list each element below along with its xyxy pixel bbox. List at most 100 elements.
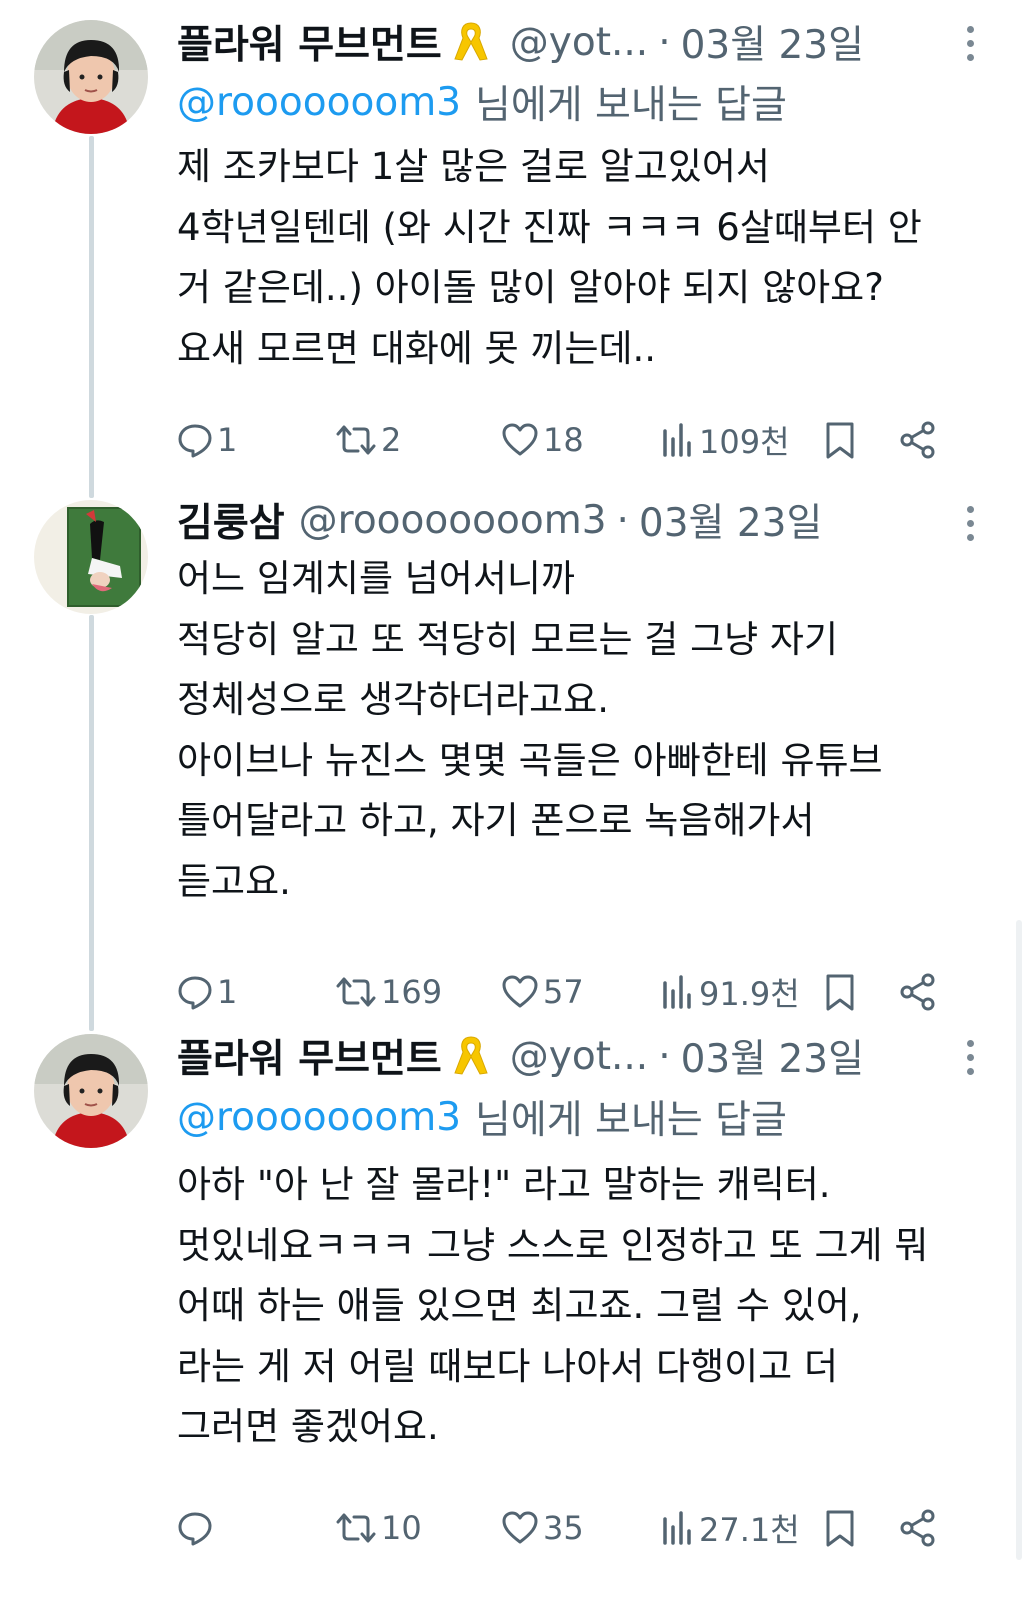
tweet-text-line: 4학년일텐데 (와 시간 진짜 ㅋㅋㅋ 6살때부터 안 <box>177 205 922 249</box>
scrollbar[interactable] <box>1016 920 1022 1560</box>
share-button[interactable] <box>898 410 938 470</box>
share-icon <box>898 1508 938 1548</box>
views-button[interactable]: 27.1천 <box>660 1498 800 1558</box>
view-count: 27.1천 <box>699 1511 800 1549</box>
tweet-text-line: 어때 하는 애들 있으면 최고죠. 그럴 수 있어, <box>177 1284 862 1327</box>
yellow-ribbon-icon <box>448 19 494 65</box>
view-count: 91.9천 <box>699 975 800 1013</box>
share-button[interactable] <box>898 1498 938 1558</box>
like-count: 57 <box>543 973 584 1011</box>
share-button[interactable] <box>898 962 938 1022</box>
share-icon <box>898 972 938 1012</box>
bookmark-icon <box>822 1508 858 1548</box>
retweet-count: 2 <box>381 421 402 459</box>
bar-chart-icon <box>660 1509 696 1547</box>
retweet-count: 169 <box>381 973 443 1011</box>
views-button[interactable]: 91.9천 <box>660 962 800 1022</box>
separator-dot: · <box>616 497 629 543</box>
tweet-date[interactable]: 03월 23일 <box>681 14 864 70</box>
reply-count: 1 <box>217 973 238 1011</box>
separator-dot: · <box>658 19 671 65</box>
vertical-ellipsis-icon[interactable] <box>962 506 978 541</box>
reply-button[interactable]: 1 <box>176 410 237 470</box>
author-name[interactable]: 플라워 무브먼트 <box>177 14 442 70</box>
bookmark-button[interactable] <box>822 1498 858 1558</box>
author-handle[interactable]: @roooooooom3 <box>299 498 607 543</box>
tweet-text-line: 그러면 좋겠어요. <box>177 1405 439 1448</box>
retweet-arrows-icon <box>334 421 378 459</box>
tweet-text-line: 틀어달라고 하고, 자기 폰으로 녹음해가서 <box>177 799 815 842</box>
tweet-header: 플라워 무브먼트 @yot... · 03월 23일 <box>177 1026 1024 1086</box>
tweet-date[interactable]: 03월 23일 <box>681 1028 864 1084</box>
tweet-text-line: 요새 모르면 대화에 못 끼는데.. <box>177 326 657 370</box>
retweet-count: 10 <box>381 1509 422 1547</box>
author-name[interactable]: 플라워 무브먼트 <box>177 1028 442 1084</box>
avatar[interactable] <box>34 500 148 614</box>
avatar[interactable] <box>34 1034 148 1148</box>
tweet-text: 어느 임계치를 넘어서니까 적당히 알고 또 적당히 모르는 걸 그냥 자기 정… <box>177 549 997 912</box>
yellow-ribbon-icon <box>448 1033 494 1079</box>
tweet-text-line: 아하 "아 난 잘 몰라!" 라고 말하는 캐릭터. <box>177 1163 831 1206</box>
like-button[interactable]: 18 <box>500 410 584 470</box>
author-handle[interactable]: @yot... <box>510 1034 648 1079</box>
views-button[interactable]: 109천 <box>660 410 790 470</box>
tweet-text-line: 정체성으로 생각하더라고요. <box>177 678 610 721</box>
bookmark-icon <box>822 420 858 460</box>
avatar[interactable] <box>34 20 148 134</box>
heart-icon <box>500 1509 540 1547</box>
tweet-header: 김룽삼 @roooooooom3 · 03월 23일 <box>177 490 1024 550</box>
author-handle[interactable]: @yot... <box>510 20 648 65</box>
like-count: 18 <box>543 421 584 459</box>
like-button[interactable]: 35 <box>500 1498 584 1558</box>
reply-button[interactable]: 1 <box>176 962 237 1022</box>
tweet-date[interactable]: 03월 23일 <box>639 492 822 548</box>
retweet-button[interactable]: 169 <box>334 962 442 1022</box>
bookmark-button[interactable] <box>822 410 858 470</box>
tweet-text-line: 적당히 알고 또 적당히 모르는 걸 그냥 자기 <box>177 617 839 661</box>
vertical-ellipsis-icon[interactable] <box>962 26 978 61</box>
tweet-text: 제 조카보다 1살 많은 걸로 알고있어서 4학년일텐데 (와 시간 진짜 ㅋㅋ… <box>177 137 997 379</box>
tweet-text-line: 라는 게 저 어릴 때보다 나아서 다행이고 더 <box>177 1344 839 1388</box>
thread-connector-line <box>89 615 94 1031</box>
like-count: 35 <box>543 1509 584 1547</box>
heart-icon <box>500 973 540 1011</box>
separator-dot: · <box>658 1033 671 1079</box>
view-count: 109천 <box>699 423 790 461</box>
reply-to-mention[interactable]: @rooooooom3 <box>177 80 461 125</box>
bookmark-icon <box>822 972 858 1012</box>
speech-bubble-icon <box>176 1509 214 1547</box>
retweet-arrows-icon <box>334 973 378 1011</box>
bar-chart-icon <box>660 421 696 459</box>
retweet-button[interactable]: 10 <box>334 1498 422 1558</box>
tweet-actions: 10 35 27.1천 <box>176 1498 976 1558</box>
tweet-text-line: 어느 임계치를 넘어서니까 <box>177 557 575 600</box>
tweet-actions: 1 2 18 109천 <box>176 410 976 470</box>
speech-bubble-icon <box>176 421 214 459</box>
reply-to-line: @rooooooom3 님에게 보내는 답글 <box>177 1087 787 1147</box>
thread-connector-line <box>89 136 94 498</box>
reply-to-mention[interactable]: @rooooooom3 <box>177 1095 461 1140</box>
heart-icon <box>500 421 540 459</box>
tweet-text-line: 듣고요. <box>177 859 291 903</box>
tweet-text-line: 제 조카보다 1살 많은 걸로 알고있어서 <box>177 145 770 188</box>
reply-to-label: 님에게 보내는 답글 <box>475 1098 787 1143</box>
reply-to-line: @rooooooom3 님에게 보내는 답글 <box>177 72 787 132</box>
retweet-button[interactable]: 2 <box>334 410 401 470</box>
speech-bubble-icon <box>176 973 214 1011</box>
tweet-text: 아하 "아 난 잘 몰라!" 라고 말하는 캐릭터. 멋있네요ㅋㅋㅋ 그냥 스스… <box>177 1155 997 1458</box>
like-button[interactable]: 57 <box>500 962 584 1022</box>
tweet-actions: 1 169 57 91.9천 <box>176 962 976 1022</box>
reply-to-label: 님에게 보내는 답글 <box>475 83 787 128</box>
retweet-arrows-icon <box>334 1509 378 1547</box>
bookmark-button[interactable] <box>822 962 858 1022</box>
tweet-text-line: 아이브나 뉴진스 몇몇 곡들은 아빠한테 유튜브 <box>177 738 883 782</box>
tweet-text-line: 멋있네요ㅋㅋㅋ 그냥 스스로 인정하고 또 그게 뭐 <box>177 1223 929 1267</box>
bar-chart-icon <box>660 973 696 1011</box>
reply-button[interactable] <box>176 1498 217 1558</box>
vertical-ellipsis-icon[interactable] <box>962 1040 978 1075</box>
share-icon <box>898 420 938 460</box>
author-name[interactable]: 김룽삼 <box>177 492 285 548</box>
reply-count: 1 <box>217 421 238 459</box>
tweet-header: 플라워 무브먼트 @yot... · 03월 23일 <box>177 12 1024 72</box>
tweet-text-line: 거 같은데..) 아이돌 많이 알아야 되지 않아요? <box>177 266 884 309</box>
